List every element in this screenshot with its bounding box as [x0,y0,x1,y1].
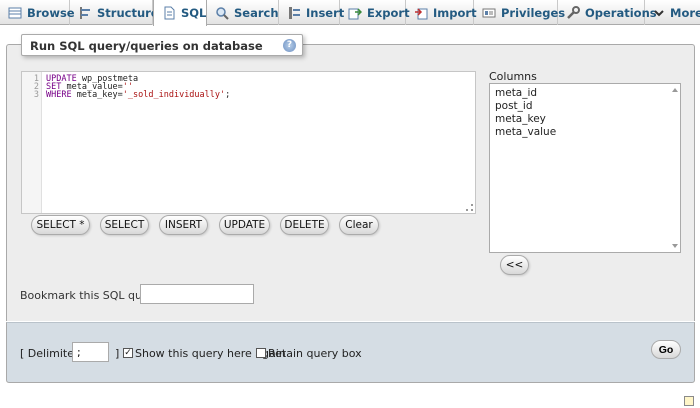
column-option[interactable]: meta_id [495,87,537,99]
column-option[interactable]: post_id [495,100,533,112]
tab-export[interactable]: Export [340,0,410,25]
sql-text: ; [225,90,231,100]
search-icon [216,6,229,20]
export-icon [348,7,362,19]
insert-icon [289,6,300,19]
insert-column-button[interactable]: << [500,255,529,275]
select-button[interactable]: SELECT [100,215,149,235]
delete-button[interactable]: DELETE [280,215,329,235]
tab-browse[interactable]: Browse [0,0,75,25]
tab-more[interactable]: More [645,0,700,25]
line-number-gutter: 1 2 3 [22,72,42,213]
retain-query-label: Retain query box [268,347,362,360]
chevron-down-icon [654,9,664,16]
delimiter-label: [ Delimiter [20,347,79,360]
sql-editor[interactable]: 1 2 3 UPDATE wp_postmeta SET meta_value=… [21,71,476,214]
column-option[interactable]: meta_value [495,126,556,138]
delimiter-input[interactable] [72,342,109,362]
tab-browse-label: Browse [27,5,75,20]
tab-search[interactable]: Search [207,0,279,25]
tab-export-label: Export [367,5,410,20]
tab-sql-label: SQL [181,6,207,20]
query-box-title: Run SQL query/queries on database [30,39,263,53]
tab-more-label: More [670,5,700,20]
tab-bar: Browse Structure SQL Search Insert Expor… [0,0,700,26]
go-button[interactable]: Go [651,340,681,359]
clear-button[interactable]: Clear [339,215,379,235]
show-query-checkbox[interactable]: ✓ [123,348,133,358]
console-icon[interactable] [684,396,694,406]
retain-query-checkbox[interactable] [256,348,266,358]
operations-icon [567,5,580,19]
tab-privileges[interactable]: Privileges [474,0,565,25]
sql-string: '_sold_individually' [122,90,226,100]
tab-structure[interactable]: Structure [70,0,159,25]
structure-icon [80,6,90,19]
tab-insert-label: Insert [306,5,345,20]
tab-sql[interactable]: SQL [153,0,207,26]
query-box-legend: Run SQL query/queries on database ? [21,34,303,56]
tab-operations[interactable]: Operations [558,0,657,25]
code-line: WHERE meta_key='_sold_individually'; [46,90,230,100]
tab-import-label: Import [433,5,477,20]
sql-keyword: WHERE [46,90,72,100]
resize-grip-icon[interactable] [466,204,473,211]
browse-icon [8,7,22,18]
help-icon[interactable]: ? [283,39,296,52]
scroll-down-icon[interactable] [672,244,678,248]
columns-listbox[interactable]: meta_id post_id meta_key meta_value [489,83,681,253]
columns-label: Columns [489,70,537,83]
delimiter-close: ] [115,347,120,360]
sql-text: meta_key= [71,90,123,100]
insert-button[interactable]: INSERT [159,215,208,235]
tab-structure-label: Structure [97,5,159,20]
tab-insert[interactable]: Insert [279,0,344,25]
line-number: 3 [33,90,39,100]
update-button[interactable]: UPDATE [219,215,270,235]
import-icon [415,7,428,19]
select-star-button[interactable]: SELECT * [31,215,90,235]
privileges-icon [482,8,496,17]
tab-search-label: Search [234,5,279,20]
tab-privileges-label: Privileges [501,5,566,20]
scroll-up-icon[interactable] [672,88,678,92]
sql-icon [164,6,175,20]
column-option[interactable]: meta_key [495,113,546,125]
tab-import[interactable]: Import [406,0,477,25]
bookmark-input[interactable] [140,284,254,304]
